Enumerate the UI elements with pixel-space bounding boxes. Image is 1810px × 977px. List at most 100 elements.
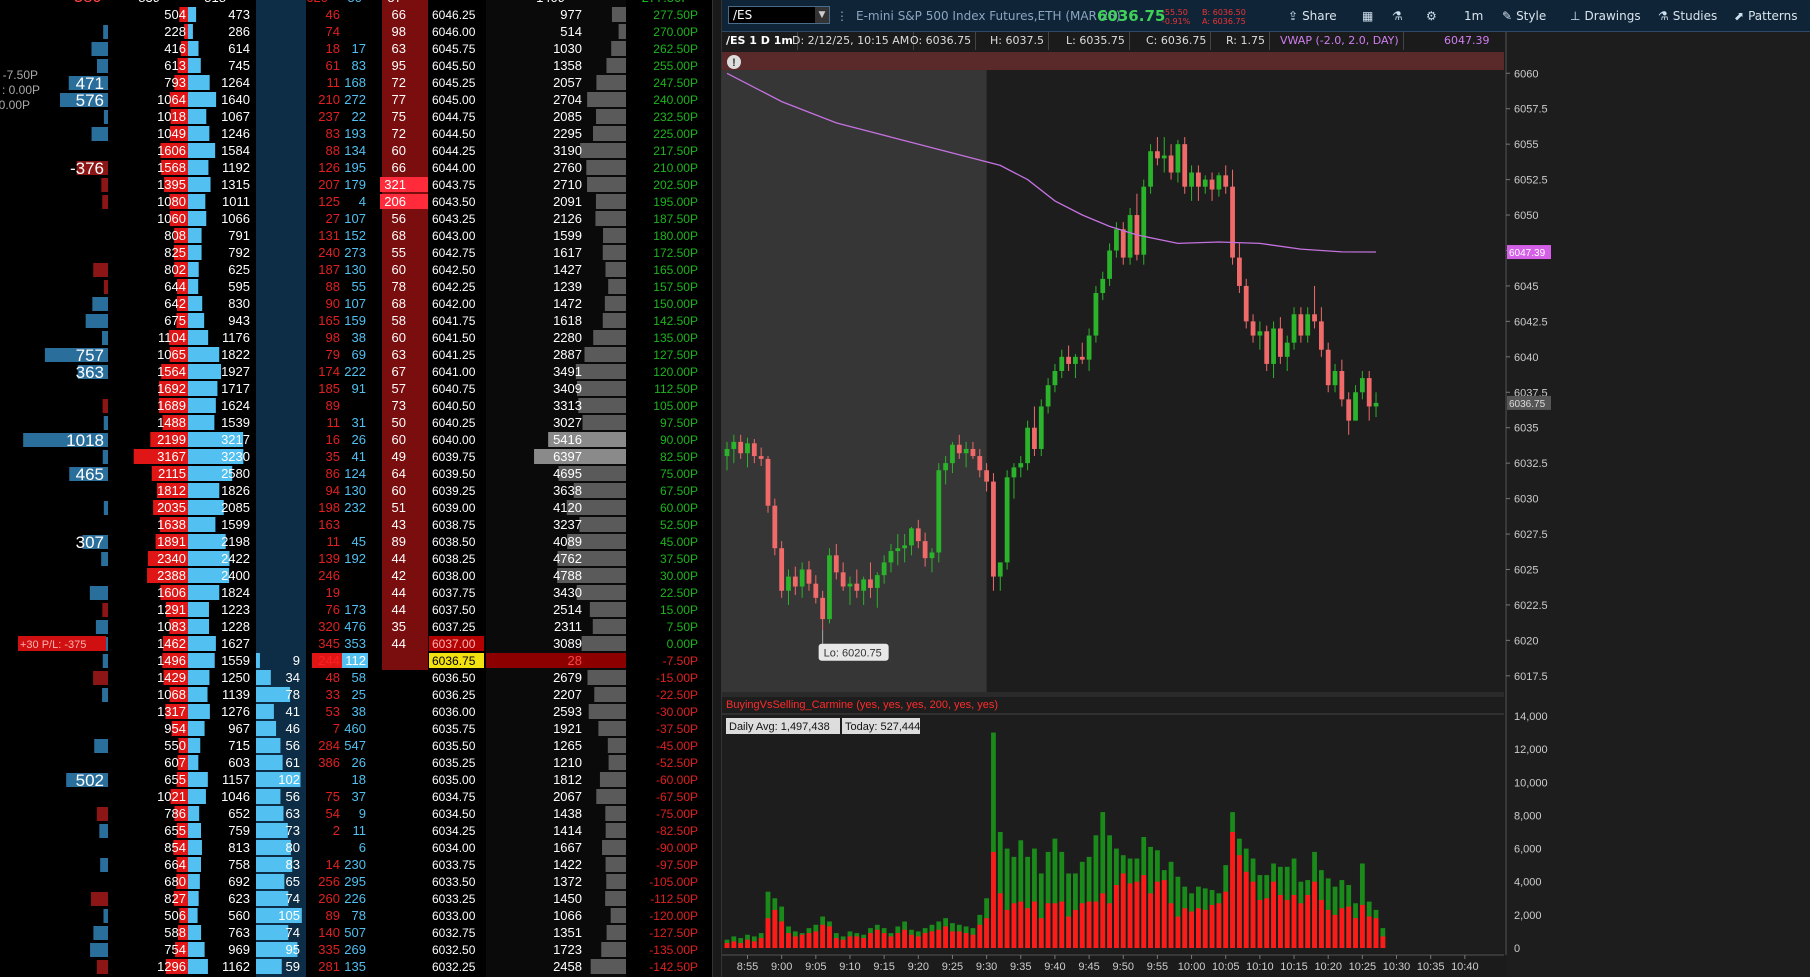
ladder-row[interactable]: 3167 3230 35 41 49 6039.75 6397 82.50P (102, 449, 698, 464)
volume-bar[interactable] (1018, 840, 1024, 948)
volume-bar[interactable] (1011, 856, 1017, 948)
ladder-row[interactable]: 1317 1276 41 53 38 6036.00 2593 -30.00P (157, 704, 698, 719)
volume-bar[interactable] (895, 926, 901, 948)
volume-bar[interactable] (970, 928, 976, 948)
volume-bar[interactable] (840, 936, 846, 948)
volume-bar[interactable] (902, 921, 908, 948)
volume-bar[interactable] (1045, 851, 1051, 948)
ladder-row[interactable]: 504 473 46 66 6046.25 977 277.50P (164, 7, 698, 22)
volume-bar[interactable] (1141, 836, 1147, 948)
volume-bar[interactable] (922, 928, 928, 948)
volume-bar[interactable] (1134, 858, 1140, 948)
candle[interactable] (991, 473, 996, 591)
volume-bar[interactable] (1257, 875, 1263, 948)
volume-bar[interactable] (1277, 866, 1283, 948)
volume-bar[interactable] (820, 916, 826, 948)
volume-bar[interactable] (991, 732, 996, 948)
volume-bar[interactable] (1325, 878, 1331, 948)
ladder-row[interactable]: 607 603 61 386 26 6035.25 1210 -52.50P (164, 755, 698, 770)
volume-bar[interactable] (1148, 846, 1153, 948)
volume-bar[interactable] (799, 933, 805, 948)
ladder-row[interactable]: 1080 1011 125 4 206 6043.50 2091 195.00P (102, 194, 698, 209)
volume-bar[interactable] (1079, 861, 1085, 948)
volume-bar[interactable] (874, 924, 880, 948)
volume-bar[interactable] (1073, 873, 1078, 948)
volume-bar[interactable] (1236, 838, 1242, 948)
ladder-row[interactable]: 613 745 61 83 95 6045.50 1358 255.00P (97, 58, 698, 73)
volume-bar[interactable] (745, 934, 750, 948)
volume-bar[interactable] (1291, 858, 1297, 948)
pane-divider[interactable] (722, 692, 1504, 697)
volume-bar[interactable] (854, 933, 860, 948)
ladder-row[interactable]: 1049 1246 83 193 72 6044.50 2295 225.00P (91, 126, 698, 141)
volume-bar[interactable] (1155, 850, 1160, 948)
candle[interactable] (1093, 285, 1099, 343)
candle[interactable] (1127, 207, 1133, 265)
ladder-row[interactable]: 2199 3217 16 26 60 6040.00 5416 90.00P (23, 432, 698, 447)
ladder-row[interactable]: 1065 1822 79 69 63 6041.25 2887 127.50P (44, 347, 698, 362)
ladder-row[interactable]: 1018 1067 237 22 75 6044.75 2085 232.50P (103, 109, 698, 124)
volume-bar[interactable] (1202, 888, 1208, 948)
volume-bar[interactable] (1380, 928, 1386, 948)
volume-bar[interactable] (1284, 866, 1290, 948)
volume-bar[interactable] (868, 928, 873, 948)
candle[interactable] (827, 548, 832, 624)
volume-bar[interactable] (1332, 886, 1338, 948)
volume-bar[interactable] (881, 928, 887, 948)
volume-bar[interactable] (1250, 858, 1256, 948)
volume-bar[interactable] (1318, 870, 1324, 948)
volume-bar[interactable] (1032, 848, 1037, 948)
volume-bar[interactable] (833, 933, 839, 948)
ladder-row[interactable]: 642 830 90 107 68 6042.00 1472 150.00P (92, 296, 698, 311)
volume-bar[interactable] (1373, 909, 1379, 948)
volume-bar[interactable] (915, 931, 921, 948)
volume-bar[interactable] (1298, 881, 1304, 948)
candle[interactable] (1004, 470, 1010, 570)
ladder-row[interactable]: 644 595 88 55 78 6042.25 1239 157.50P (103, 279, 698, 294)
volume-bar[interactable] (1209, 890, 1215, 948)
volume-bar[interactable] (1339, 880, 1345, 948)
ladder-row[interactable]: 1296 1162 59 281 135 6032.25 2458 -142.50P (96, 959, 698, 974)
ladder-row[interactable]: 786 652 63 54 9 6034.50 1438 -75.00P (96, 806, 698, 821)
ladder-row[interactable]: 1068 1139 78 33 25 6036.25 2207 -22.50P (102, 687, 698, 702)
volume-bar[interactable] (1175, 876, 1181, 948)
volume-bar[interactable] (779, 906, 785, 948)
ladder-row[interactable]: 680 692 65 256 295 6033.50 1372 -105.00P (164, 874, 698, 889)
volume-bar[interactable] (1161, 870, 1167, 948)
volume-bar[interactable] (1120, 855, 1126, 948)
ladder-row[interactable]: 1395 1315 207 179 321 6043.75 2710 202.50P (101, 177, 698, 192)
volume-bar[interactable] (813, 924, 819, 948)
volume-bar[interactable] (1312, 851, 1317, 948)
ladder-row[interactable]: 954 967 46 7 460 6035.75 1921 -37.50P (164, 721, 698, 736)
ladder-row[interactable]: 854 813 80 6 6034.00 1667 -90.00P (164, 840, 698, 855)
volume-bar[interactable] (950, 923, 955, 948)
volume-bar[interactable] (1107, 835, 1112, 948)
candle[interactable] (1148, 144, 1153, 194)
ladder-row[interactable]: 1488 1539 11 31 50 6040.25 3027 97.50P (103, 415, 698, 430)
volume-bar[interactable] (1189, 893, 1194, 948)
volume-bar[interactable] (1025, 856, 1030, 948)
volume-bar[interactable] (1168, 861, 1174, 948)
dom-price-ladder[interactable]: -38983951862050571409277.50P504473466660… (0, 0, 712, 977)
ladder-row[interactable]: 1429 1250 34 48 58 6036.50 2679 -15.00P (93, 670, 698, 685)
volume-bar[interactable] (1216, 893, 1222, 948)
volume-bar[interactable] (936, 921, 942, 948)
volume-bar[interactable] (1353, 903, 1358, 948)
volume-bar[interactable] (731, 936, 737, 948)
volume-bar[interactable] (929, 924, 935, 948)
volume-bar[interactable] (738, 938, 744, 948)
ladder-row[interactable]: 664 758 83 14 230 6033.75 1422 -97.50P (100, 857, 698, 872)
ladder-row[interactable]: 825 792 240 273 55 6042.75 1617 172.50P (164, 245, 698, 260)
volume-bar[interactable] (765, 891, 771, 948)
volume-bar[interactable] (751, 936, 757, 948)
candle[interactable] (1141, 179, 1147, 265)
ladder-row[interactable]: 808 791 131 152 68 6043.00 1599 180.00P (164, 228, 698, 243)
candle[interactable] (779, 541, 785, 598)
volume-bar[interactable] (1038, 873, 1044, 948)
volume-bar[interactable] (1114, 848, 1119, 948)
ladder-row[interactable]: 1064 1640 210 272 77 6045.00 2704 240.00P (60, 92, 698, 107)
volume-bar[interactable] (786, 926, 791, 948)
ladder-row[interactable]: 1083 1228 320 476 35 6037.25 2311 7.50P (95, 619, 698, 634)
ladder-row[interactable]: 2340 2422 139 192 44 6038.25 4762 37.50P (101, 551, 698, 566)
ladder-row[interactable]: 754 969 95 335 269 6032.50 1723 -135.00P (90, 942, 698, 957)
